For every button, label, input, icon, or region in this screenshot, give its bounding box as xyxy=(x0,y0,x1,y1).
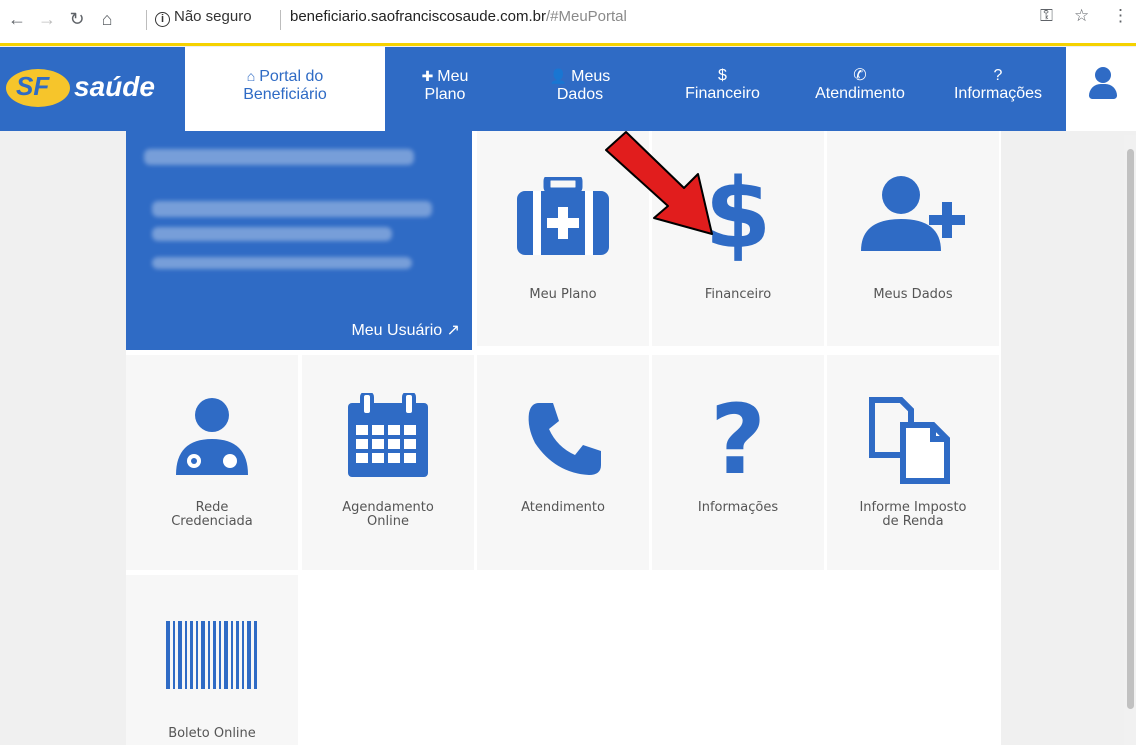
question-icon: ? xyxy=(993,67,1003,84)
star-icon[interactable]: ☆ xyxy=(1074,6,1089,26)
phone-icon: ✆ xyxy=(853,67,867,84)
question-icon: ? xyxy=(710,391,766,481)
user-icon[interactable] xyxy=(1088,67,1118,101)
reload-icon[interactable]: ↻ xyxy=(64,6,90,32)
card-boleto-online[interactable]: Boleto Online xyxy=(126,575,298,745)
back-icon[interactable]: ← xyxy=(4,6,30,32)
calendar-icon xyxy=(348,393,428,477)
card-label: Agendamento Online xyxy=(342,500,434,529)
menu-dots-icon[interactable]: ⋮ xyxy=(1112,6,1129,26)
card-meus-dados[interactable]: Meus Dados xyxy=(827,131,999,346)
scrollbar[interactable] xyxy=(1124,135,1136,745)
blurred-user-text xyxy=(152,257,412,269)
meu-usuario-link[interactable]: Meu Usuário ↗ xyxy=(351,320,460,340)
scrollbar-thumb[interactable] xyxy=(1127,149,1134,709)
browser-toolbar: ← → ↻ ⌂ i Não seguro beneficiario.saofran… xyxy=(0,0,1136,46)
info-icon: i xyxy=(155,12,170,27)
key-icon[interactable]: ⚿ xyxy=(1040,6,1053,26)
tab-portal-beneficiario[interactable]: ⌂ Portal do Beneficiário xyxy=(185,47,385,131)
logo-mark: SF xyxy=(6,69,70,107)
blurred-user-text xyxy=(144,149,414,165)
red-arrow-annotation xyxy=(605,131,713,235)
card-label: Meu Plano xyxy=(529,287,597,302)
app-header: SF saúde ⌂ Portal do Beneficiário ✚ Meu Pl… xyxy=(0,47,1136,131)
barcode-icon xyxy=(166,621,257,689)
blurred-user-text xyxy=(152,201,432,217)
divider xyxy=(280,10,281,30)
card-label: Atendimento xyxy=(521,500,605,515)
card-informe-imposto[interactable]: Informe Imposto de Renda xyxy=(827,355,999,570)
card-rede-credenciada[interactable]: Rede Credenciada xyxy=(126,355,298,570)
card-label: Informações xyxy=(697,500,779,515)
phone-icon xyxy=(528,403,601,475)
divider xyxy=(146,10,147,30)
card-label: Rede Credenciada xyxy=(171,500,253,529)
logo[interactable]: SF saúde xyxy=(6,61,176,117)
blurred-user-text xyxy=(152,227,392,241)
documents-icon xyxy=(869,397,950,484)
user-card[interactable]: Meu Usuário ↗ xyxy=(126,131,472,350)
doctor-icon xyxy=(176,398,248,475)
card-label: Informe Imposto de Renda xyxy=(859,500,967,529)
external-link-icon: ↗ xyxy=(446,322,460,339)
user-plus-icon xyxy=(861,176,965,251)
accent-line xyxy=(0,43,1136,46)
card-agendamento-online[interactable]: Agendamento Online xyxy=(302,355,474,570)
tab-meus-dados[interactable]: 👤 Meus Dados xyxy=(505,47,655,131)
security-indicator[interactable]: i Não seguro xyxy=(155,8,252,27)
tab-meu-plano[interactable]: ✚ Meu Plano xyxy=(385,47,505,131)
dollar-icon: $ xyxy=(718,67,727,84)
svg-text:?: ? xyxy=(710,391,766,481)
card-label: Meus Dados xyxy=(873,287,953,302)
logo-text: saúde xyxy=(74,71,155,102)
tab-financeiro[interactable]: $ Financeiro xyxy=(655,47,790,131)
forward-icon[interactable]: → xyxy=(34,6,60,32)
home-icon[interactable]: ⌂ xyxy=(94,6,120,32)
card-label: Boleto Online xyxy=(168,726,256,741)
card-atendimento[interactable]: Atendimento xyxy=(477,355,649,570)
user-plus-icon: 👤 xyxy=(549,68,568,84)
card-informacoes[interactable]: ? Informações xyxy=(652,355,824,570)
card-label: Financeiro xyxy=(704,287,772,302)
medkit-icon: ✚ xyxy=(421,68,434,84)
tab-atendimento[interactable]: ✆ Atendimento xyxy=(790,47,930,131)
address-bar[interactable]: beneficiario.saofranciscosaude.com.br/#M… xyxy=(290,8,627,25)
medkit-icon xyxy=(517,177,609,255)
home-icon: ⌂ xyxy=(246,68,256,84)
tab-informacoes[interactable]: ? Informações xyxy=(930,47,1066,131)
